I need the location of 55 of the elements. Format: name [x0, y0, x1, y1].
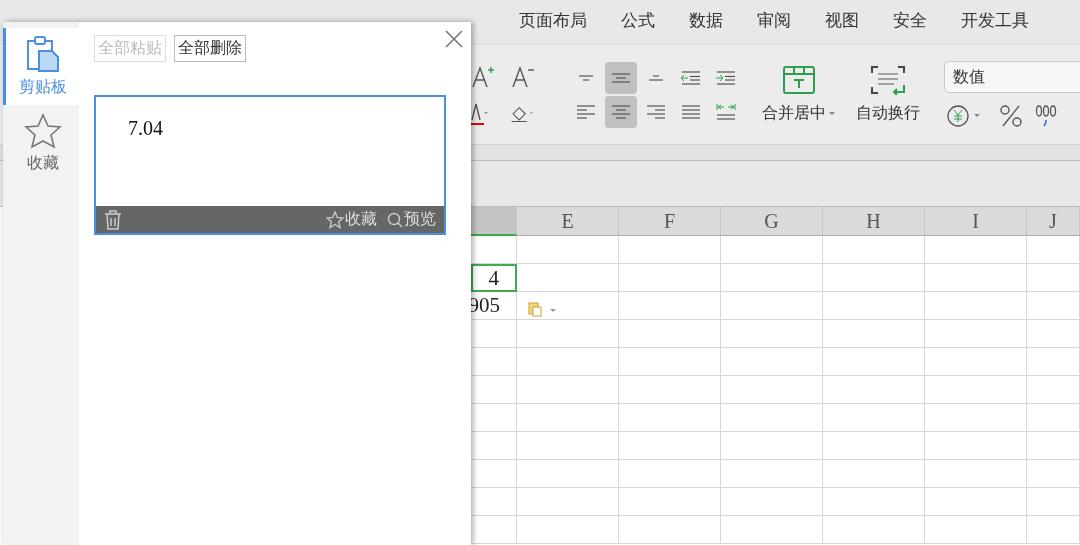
merge-cells-icon: [782, 65, 816, 95]
number-format-dropdown[interactable]: 数值: [944, 60, 1080, 93]
column-header[interactable]: I: [925, 207, 1027, 236]
close-icon[interactable]: [445, 30, 463, 48]
clipboard-item-card[interactable]: 7.04 收藏 预览: [94, 95, 446, 235]
clipboard-item-text: 7.04: [127, 116, 164, 141]
clipboard-icon: [24, 35, 61, 73]
table-cell: [1027, 488, 1080, 516]
align-top-icon: [578, 74, 594, 81]
menu-tab[interactable]: 视图: [815, 6, 869, 34]
align-middle-icon: [611, 72, 631, 83]
star-icon: [326, 210, 344, 229]
trash-icon[interactable]: [104, 209, 122, 230]
wrap-text-button[interactable]: 自动换行: [856, 65, 920, 124]
search-icon: [387, 211, 403, 228]
table-cell: [1027, 376, 1080, 404]
sidebar-item[interactable]: 收藏: [3, 105, 79, 182]
delete-all-button[interactable]: 全部删除: [174, 35, 246, 62]
menu-tab[interactable]: 页面布局: [509, 6, 597, 34]
column-header[interactable]: J: [1027, 207, 1080, 236]
merge-center-button[interactable]: 合并居中: [762, 65, 836, 124]
table-cell: [1027, 348, 1080, 376]
table-cell: [1027, 404, 1080, 432]
menu-tab[interactable]: 开发工具: [951, 6, 1039, 34]
menu-tab[interactable]: 安全: [883, 6, 937, 34]
table-cell: [1027, 320, 1080, 348]
paste-options-icon[interactable]: [525, 301, 559, 317]
table-cell: [1027, 516, 1080, 544]
column-header[interactable]: [471, 207, 517, 236]
table-cell: [1027, 292, 1080, 320]
align-bottom-icon: [648, 74, 664, 81]
star-icon: [23, 113, 62, 149]
align-left-icon: [576, 104, 596, 119]
align-button[interactable]: [605, 95, 637, 128]
justify-icon: [681, 104, 701, 119]
table-cell: [1027, 460, 1080, 488]
wrap-text-icon: [870, 65, 906, 95]
menu-tab[interactable]: 公式: [611, 6, 665, 34]
column-header[interactable]: G: [721, 207, 823, 236]
percent-icon[interactable]: [998, 102, 1024, 129]
align-button[interactable]: [605, 61, 637, 94]
favorite-button[interactable]: 收藏: [326, 209, 377, 230]
menu-tab[interactable]: 数据: [679, 6, 733, 34]
preview-button[interactable]: 预览: [387, 209, 436, 230]
column-header[interactable]: H: [823, 207, 925, 236]
table-cell: [1027, 432, 1080, 460]
menu-tab[interactable]: 审阅: [747, 6, 801, 34]
table-cell: 4: [471, 264, 517, 292]
column-header[interactable]: F: [619, 207, 721, 236]
align-right-icon: [646, 104, 666, 119]
align-center-icon: [611, 104, 631, 119]
table-cell: [1027, 236, 1080, 264]
caret-icon: [828, 110, 836, 117]
table-cell: [1027, 264, 1080, 292]
column-header[interactable]: E: [517, 207, 619, 236]
